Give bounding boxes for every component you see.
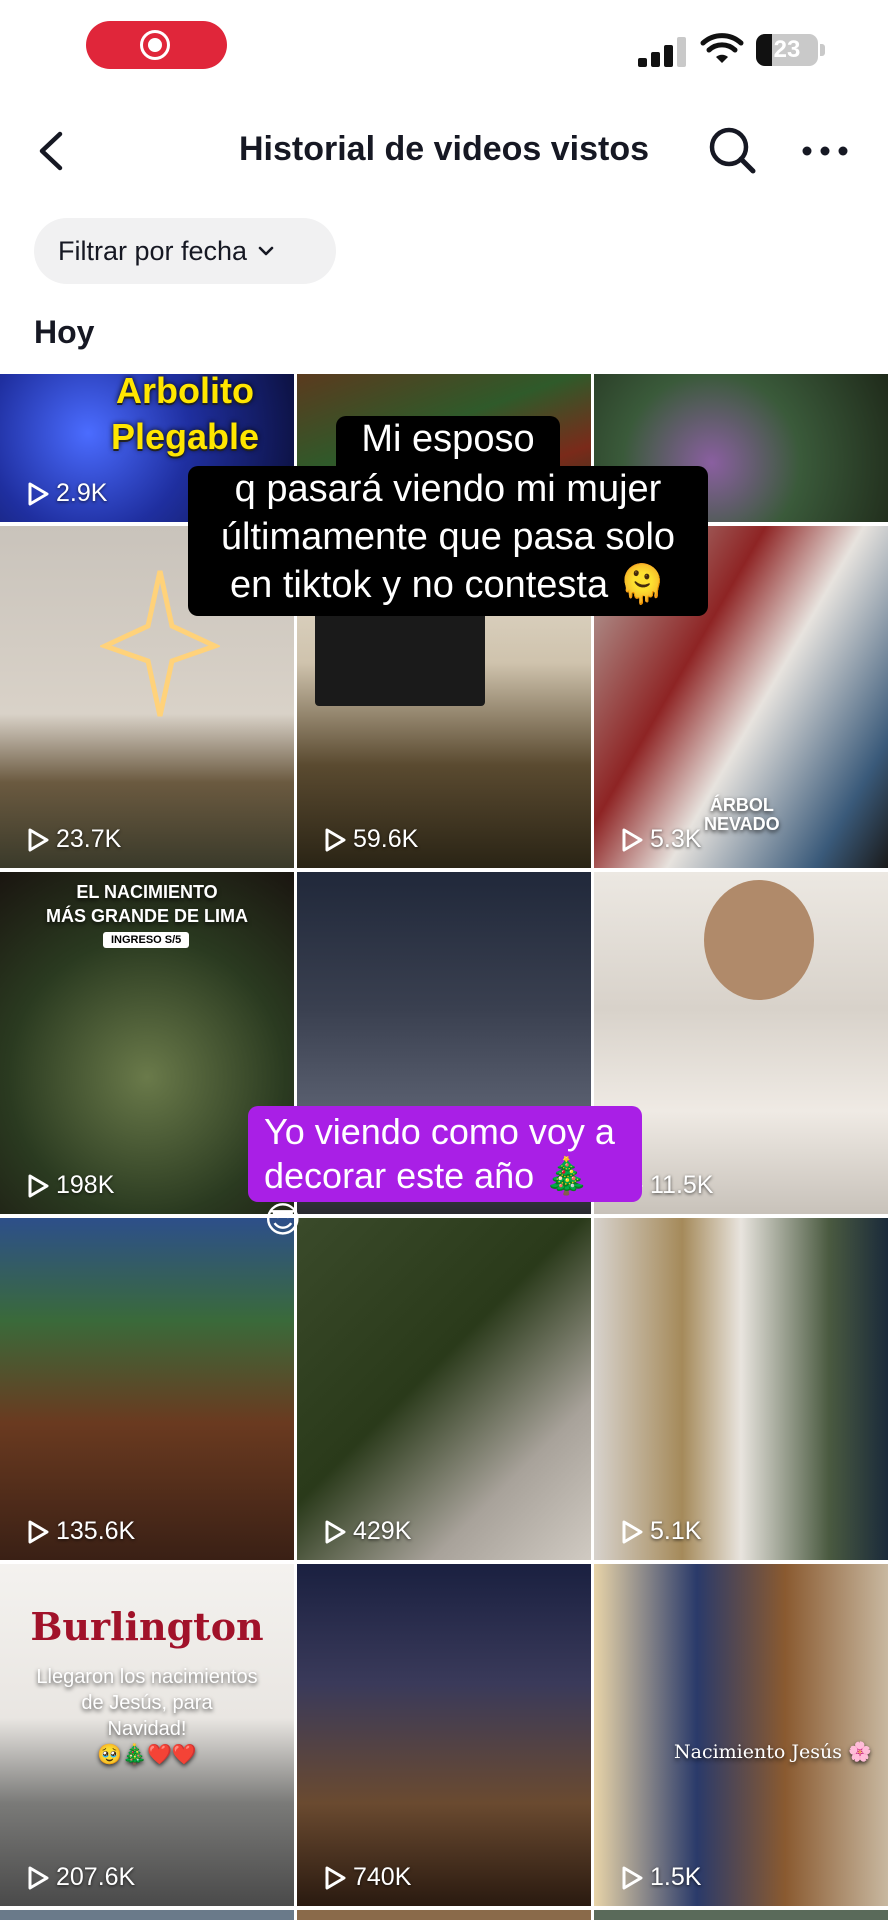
search-icon[interactable] [706,124,758,176]
view-count: 429K [323,1517,411,1546]
video-thumbnail[interactable]: Nacimiento Jesús 🌸 1.5K [594,1564,888,1906]
play-icon [622,828,643,851]
video-thumbnail[interactable]: 740K [297,1564,591,1906]
view-count: 740K [323,1863,411,1892]
view-count: 135.6K [26,1517,135,1546]
caption-line: en tiktok y no contesta 🫠 [188,562,708,616]
battery-level: 23 [773,36,801,63]
chevron-down-icon [258,246,274,256]
thumbnail-text: Llegaron los nacimientos de Jesús, para … [36,1666,258,1766]
filter-by-date-button[interactable]: Filtrar por fecha [34,218,336,284]
play-icon [622,1520,643,1543]
thumbnail-text: Arbolito Plegable [110,374,260,457]
more-options-icon[interactable] [800,126,850,176]
store-logo: Burlington [30,1604,264,1649]
video-thumbnail[interactable]: 429K [297,1218,591,1560]
price-badge: INGRESO S/5 [103,932,190,948]
caption-line: Yo viendo como voy a [264,1111,615,1152]
play-icon [325,828,346,851]
play-icon [28,1520,49,1543]
filter-label: Filtrar por fecha [58,235,248,266]
purple-caption-overlay: Yo viendo como voy a decorar este año 🎄😎 [248,1106,642,1240]
signal-icon [638,35,686,67]
view-count: 198K [26,1171,114,1200]
play-icon [325,1866,346,1889]
video-thumbnail[interactable]: Burlington Llegaron los nacimientos de J… [0,1564,294,1906]
view-count: 207.6K [26,1863,135,1892]
wifi-icon [700,33,744,63]
battery-icon: 23 [756,34,818,66]
caption-line: Mi esposo [336,416,560,466]
video-thumbnail[interactable] [594,1910,888,1920]
page-title: Historial de videos vistos [238,130,650,168]
section-title-today: Hoy [34,314,95,350]
view-count: 23.7K [26,825,121,854]
view-count: 1.5K [620,1863,701,1892]
view-count: 2.9K [26,479,107,508]
view-count: 5.1K [620,1517,701,1546]
top-nav: Historial de videos vistos [0,110,888,192]
thumbnail-text: EL NACIMIENTO MÁS GRANDE DE LIMA [46,882,248,926]
play-icon [622,1866,643,1889]
status-bar: 23 [0,0,888,100]
screen-record-indicator[interactable] [86,21,227,69]
caption-line: últimamente que pasa solo [188,514,708,562]
play-icon [28,482,49,505]
play-icon [28,828,49,851]
play-icon [28,1174,49,1197]
thumbnail-text: ÁRBOL NEVADO [704,795,780,834]
video-thumbnail[interactable] [0,1910,294,1920]
video-thumbnail[interactable] [297,1910,591,1920]
play-icon [325,1520,346,1543]
play-icon [28,1866,49,1889]
view-count: 5.3K [620,825,701,854]
back-arrow-icon[interactable] [30,128,74,174]
video-thumbnail[interactable]: 135.6K [0,1218,294,1560]
thumbnail-text: Nacimiento Jesús 🌸 [674,1741,872,1763]
caption-line: q pasará viendo mi mujer [188,466,708,514]
video-thumbnail[interactable]: 5.1K [594,1218,888,1560]
caption-line: decorar este año 🎄😎 [264,1155,590,1240]
view-count: 59.6K [323,825,418,854]
